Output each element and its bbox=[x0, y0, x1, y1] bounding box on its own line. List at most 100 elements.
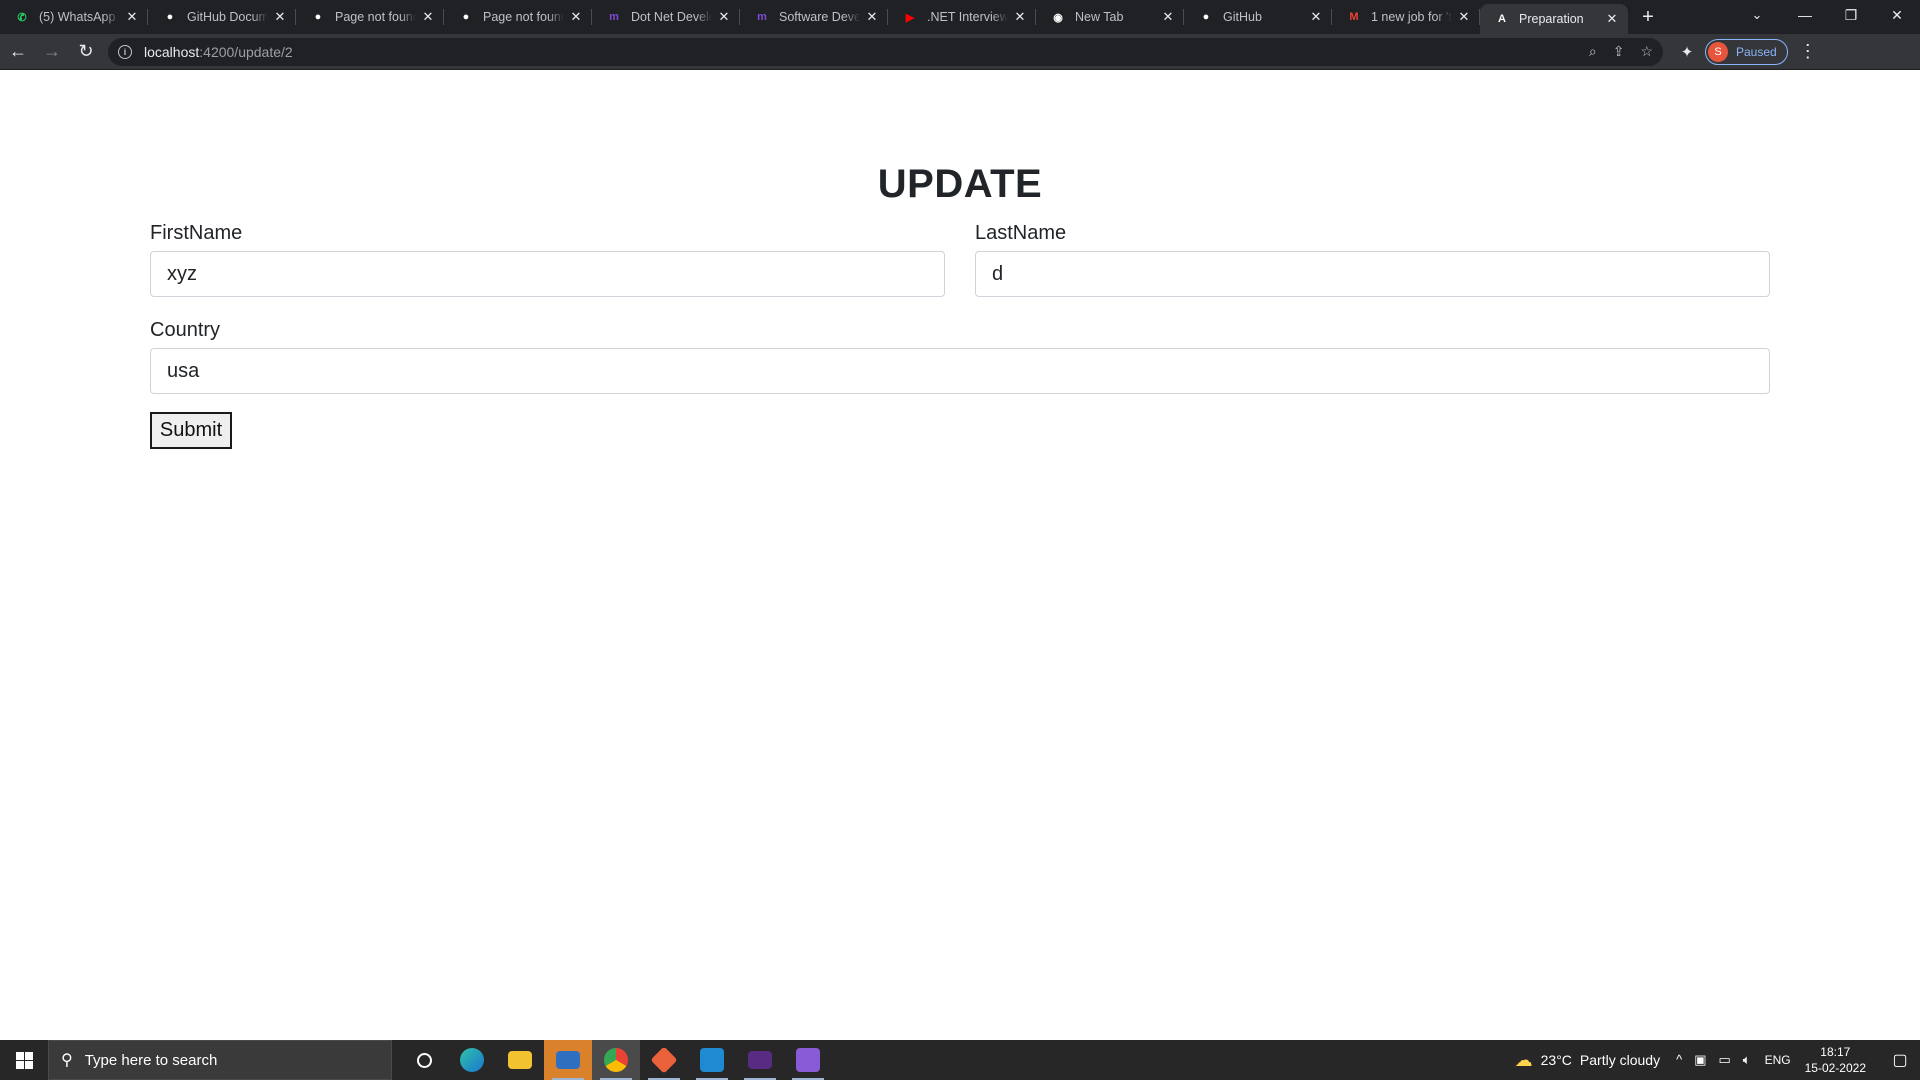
tab[interactable]: ◉ New Tab ✕ bbox=[1036, 0, 1184, 34]
battery-icon[interactable]: ▭ bbox=[1718, 1052, 1730, 1068]
close-window-icon[interactable]: ✕ bbox=[1874, 0, 1920, 30]
tab[interactable]: A Preparation ✕ bbox=[1480, 4, 1628, 34]
browser-menu-icon[interactable]: ⋮ bbox=[1794, 38, 1822, 66]
close-tab-icon[interactable]: ✕ bbox=[716, 9, 732, 25]
windows-logo-icon bbox=[15, 1051, 33, 1069]
country-input[interactable]: usa bbox=[150, 348, 1770, 394]
profile-button[interactable]: S Paused bbox=[1705, 38, 1788, 65]
zoom-icon[interactable]: ⌕ bbox=[1589, 43, 1597, 60]
weather-text: Partly cloudy bbox=[1579, 1052, 1661, 1068]
tab-search-icon[interactable]: ⌄ bbox=[1740, 0, 1774, 30]
restore-icon[interactable]: ❐ bbox=[1828, 0, 1874, 30]
close-tab-icon[interactable]: ✕ bbox=[568, 9, 584, 25]
close-tab-icon[interactable]: ✕ bbox=[420, 9, 436, 25]
terminal-icon[interactable] bbox=[736, 1040, 784, 1080]
close-tab-icon[interactable]: ✕ bbox=[1012, 9, 1028, 25]
share-icon[interactable]: ⇪ bbox=[1613, 43, 1625, 60]
tab[interactable]: ▶ .NET Interview Questions ✕ bbox=[888, 0, 1036, 34]
chrome-taskbar-icon[interactable] bbox=[592, 1040, 640, 1080]
last-name-label: LastName bbox=[975, 222, 1067, 244]
browser-toolbar: ← → ↻ i localhost :4200/update/2 ⌕ ⇪ ☆ ✦… bbox=[0, 34, 1920, 70]
system-tray: ☁ 23°C Partly cloudy ^ ▣ ▭ 🔈︎ ENG 18:17 … bbox=[1515, 1040, 1920, 1080]
country-label: Country bbox=[150, 319, 221, 341]
close-tab-icon[interactable]: ✕ bbox=[1604, 11, 1620, 27]
tab-title: (5) WhatsApp bbox=[39, 10, 116, 24]
tab[interactable]: m Dot Net Developer ✕ bbox=[592, 0, 740, 34]
forward-icon[interactable]: → bbox=[36, 38, 68, 66]
mail-icon[interactable] bbox=[544, 1040, 592, 1080]
tab-title: Page not found bbox=[483, 10, 564, 24]
extensions-puzzle-icon[interactable]: ✦ bbox=[1671, 38, 1703, 66]
tab-strip: ✆ (5) WhatsApp ✕ ● GitHub Documentation ✕ ● Pag… bbox=[0, 0, 1920, 34]
page-title: UPDATE bbox=[877, 162, 1043, 206]
tab-title: Page not found bbox=[335, 10, 416, 24]
language-indicator[interactable]: ENG bbox=[1765, 1053, 1791, 1067]
tab[interactable]: ● GitHub ✕ bbox=[1184, 0, 1332, 34]
tab-title: Software Developer bbox=[779, 10, 860, 24]
bookmark-star-icon[interactable]: ☆ bbox=[1640, 43, 1653, 60]
youtube-icon: ▶ bbox=[905, 11, 915, 24]
back-icon[interactable]: ← bbox=[2, 38, 34, 66]
tab[interactable]: ● Page not found ✕ bbox=[296, 0, 444, 34]
tab[interactable]: m Software Developer ✕ bbox=[740, 0, 888, 34]
first-name-input[interactable]: xyz bbox=[150, 251, 945, 297]
whatsapp-icon: ✆ bbox=[17, 11, 27, 24]
gmail-icon: M bbox=[1349, 11, 1359, 23]
visual-studio-icon[interactable] bbox=[784, 1040, 832, 1080]
last-name-input[interactable]: d bbox=[975, 251, 1770, 297]
last-name-group: LastName d bbox=[975, 222, 1770, 297]
network-icon[interactable]: ▣ bbox=[1694, 1052, 1706, 1068]
close-tab-icon[interactable]: ✕ bbox=[272, 9, 288, 25]
weather-widget[interactable]: ☁ 23°C Partly cloudy bbox=[1515, 1050, 1660, 1071]
submit-button[interactable]: Submit bbox=[150, 412, 232, 449]
close-tab-icon[interactable]: ✕ bbox=[864, 9, 880, 25]
first-name-label: FirstName bbox=[150, 222, 243, 244]
vscode-icon[interactable] bbox=[688, 1040, 736, 1080]
partly-cloudy-icon: ☁ bbox=[1514, 1049, 1533, 1070]
cortana-icon[interactable] bbox=[400, 1040, 448, 1080]
tab-title: 1 new job for 'te bbox=[1371, 10, 1452, 24]
clock-time: 18:17 bbox=[1820, 1045, 1851, 1059]
taskbar-search[interactable]: ⚲ Type here to search bbox=[48, 1040, 392, 1080]
first-name-group: FirstName xyz bbox=[150, 222, 945, 297]
close-tab-icon[interactable]: ✕ bbox=[124, 9, 140, 25]
weather-temp: 23°C bbox=[1540, 1052, 1572, 1068]
clock[interactable]: 18:17 15-02-2022 bbox=[1805, 1044, 1866, 1076]
search-icon: ⚲ bbox=[61, 1052, 73, 1069]
volume-icon[interactable]: 🔈︎ bbox=[1743, 1052, 1751, 1068]
new-tab-button[interactable]: + bbox=[1632, 0, 1664, 34]
window-controls: — ❐ ✕ bbox=[1782, 0, 1920, 30]
start-button[interactable] bbox=[0, 1040, 48, 1080]
tab[interactable]: ● GitHub Documentation ✕ bbox=[148, 0, 296, 34]
tab[interactable]: ✆ (5) WhatsApp ✕ bbox=[0, 0, 148, 34]
profile-status: Paused bbox=[1736, 44, 1777, 59]
edge-icon[interactable] bbox=[448, 1040, 496, 1080]
tab[interactable]: ● Page not found ✕ bbox=[444, 0, 592, 34]
avatar: S bbox=[1708, 41, 1728, 62]
tab-title: GitHub Documentation bbox=[187, 10, 268, 24]
close-tab-icon[interactable]: ✕ bbox=[1308, 9, 1324, 25]
tab-title: GitHub bbox=[1223, 10, 1262, 24]
page-content: UPDATE FirstName xyz LastName d Country … bbox=[0, 70, 1920, 1040]
notifications-icon[interactable]: ▢ bbox=[1880, 1040, 1920, 1080]
github-icon: ● bbox=[166, 11, 174, 23]
tab-title: Preparation bbox=[1519, 12, 1584, 26]
chevron-up-icon[interactable]: ^ bbox=[1676, 1052, 1682, 1068]
minimize-icon[interactable]: — bbox=[1782, 0, 1828, 30]
reload-icon[interactable]: ↻ bbox=[70, 38, 102, 66]
git-icon[interactable] bbox=[640, 1040, 688, 1080]
chrome-icon: ◉ bbox=[1053, 11, 1063, 24]
close-tab-icon[interactable]: ✕ bbox=[1456, 9, 1472, 25]
file-explorer-icon[interactable] bbox=[496, 1040, 544, 1080]
m-icon: m bbox=[757, 11, 767, 23]
tab-title: .NET Interview Questions bbox=[927, 10, 1008, 24]
github-icon: ● bbox=[314, 11, 322, 23]
site-info-icon[interactable]: i bbox=[118, 44, 132, 59]
close-tab-icon[interactable]: ✕ bbox=[1160, 9, 1176, 25]
tab[interactable]: M 1 new job for 'te ✕ bbox=[1332, 0, 1480, 34]
clock-date: 15-02-2022 bbox=[1804, 1061, 1866, 1075]
address-bar[interactable]: i localhost :4200/update/2 ⌕ ⇪ ☆ bbox=[108, 37, 1663, 66]
country-group: Country usa bbox=[150, 319, 1770, 394]
url-path: :4200/update/2 bbox=[199, 43, 293, 60]
m-icon: m bbox=[609, 11, 619, 23]
